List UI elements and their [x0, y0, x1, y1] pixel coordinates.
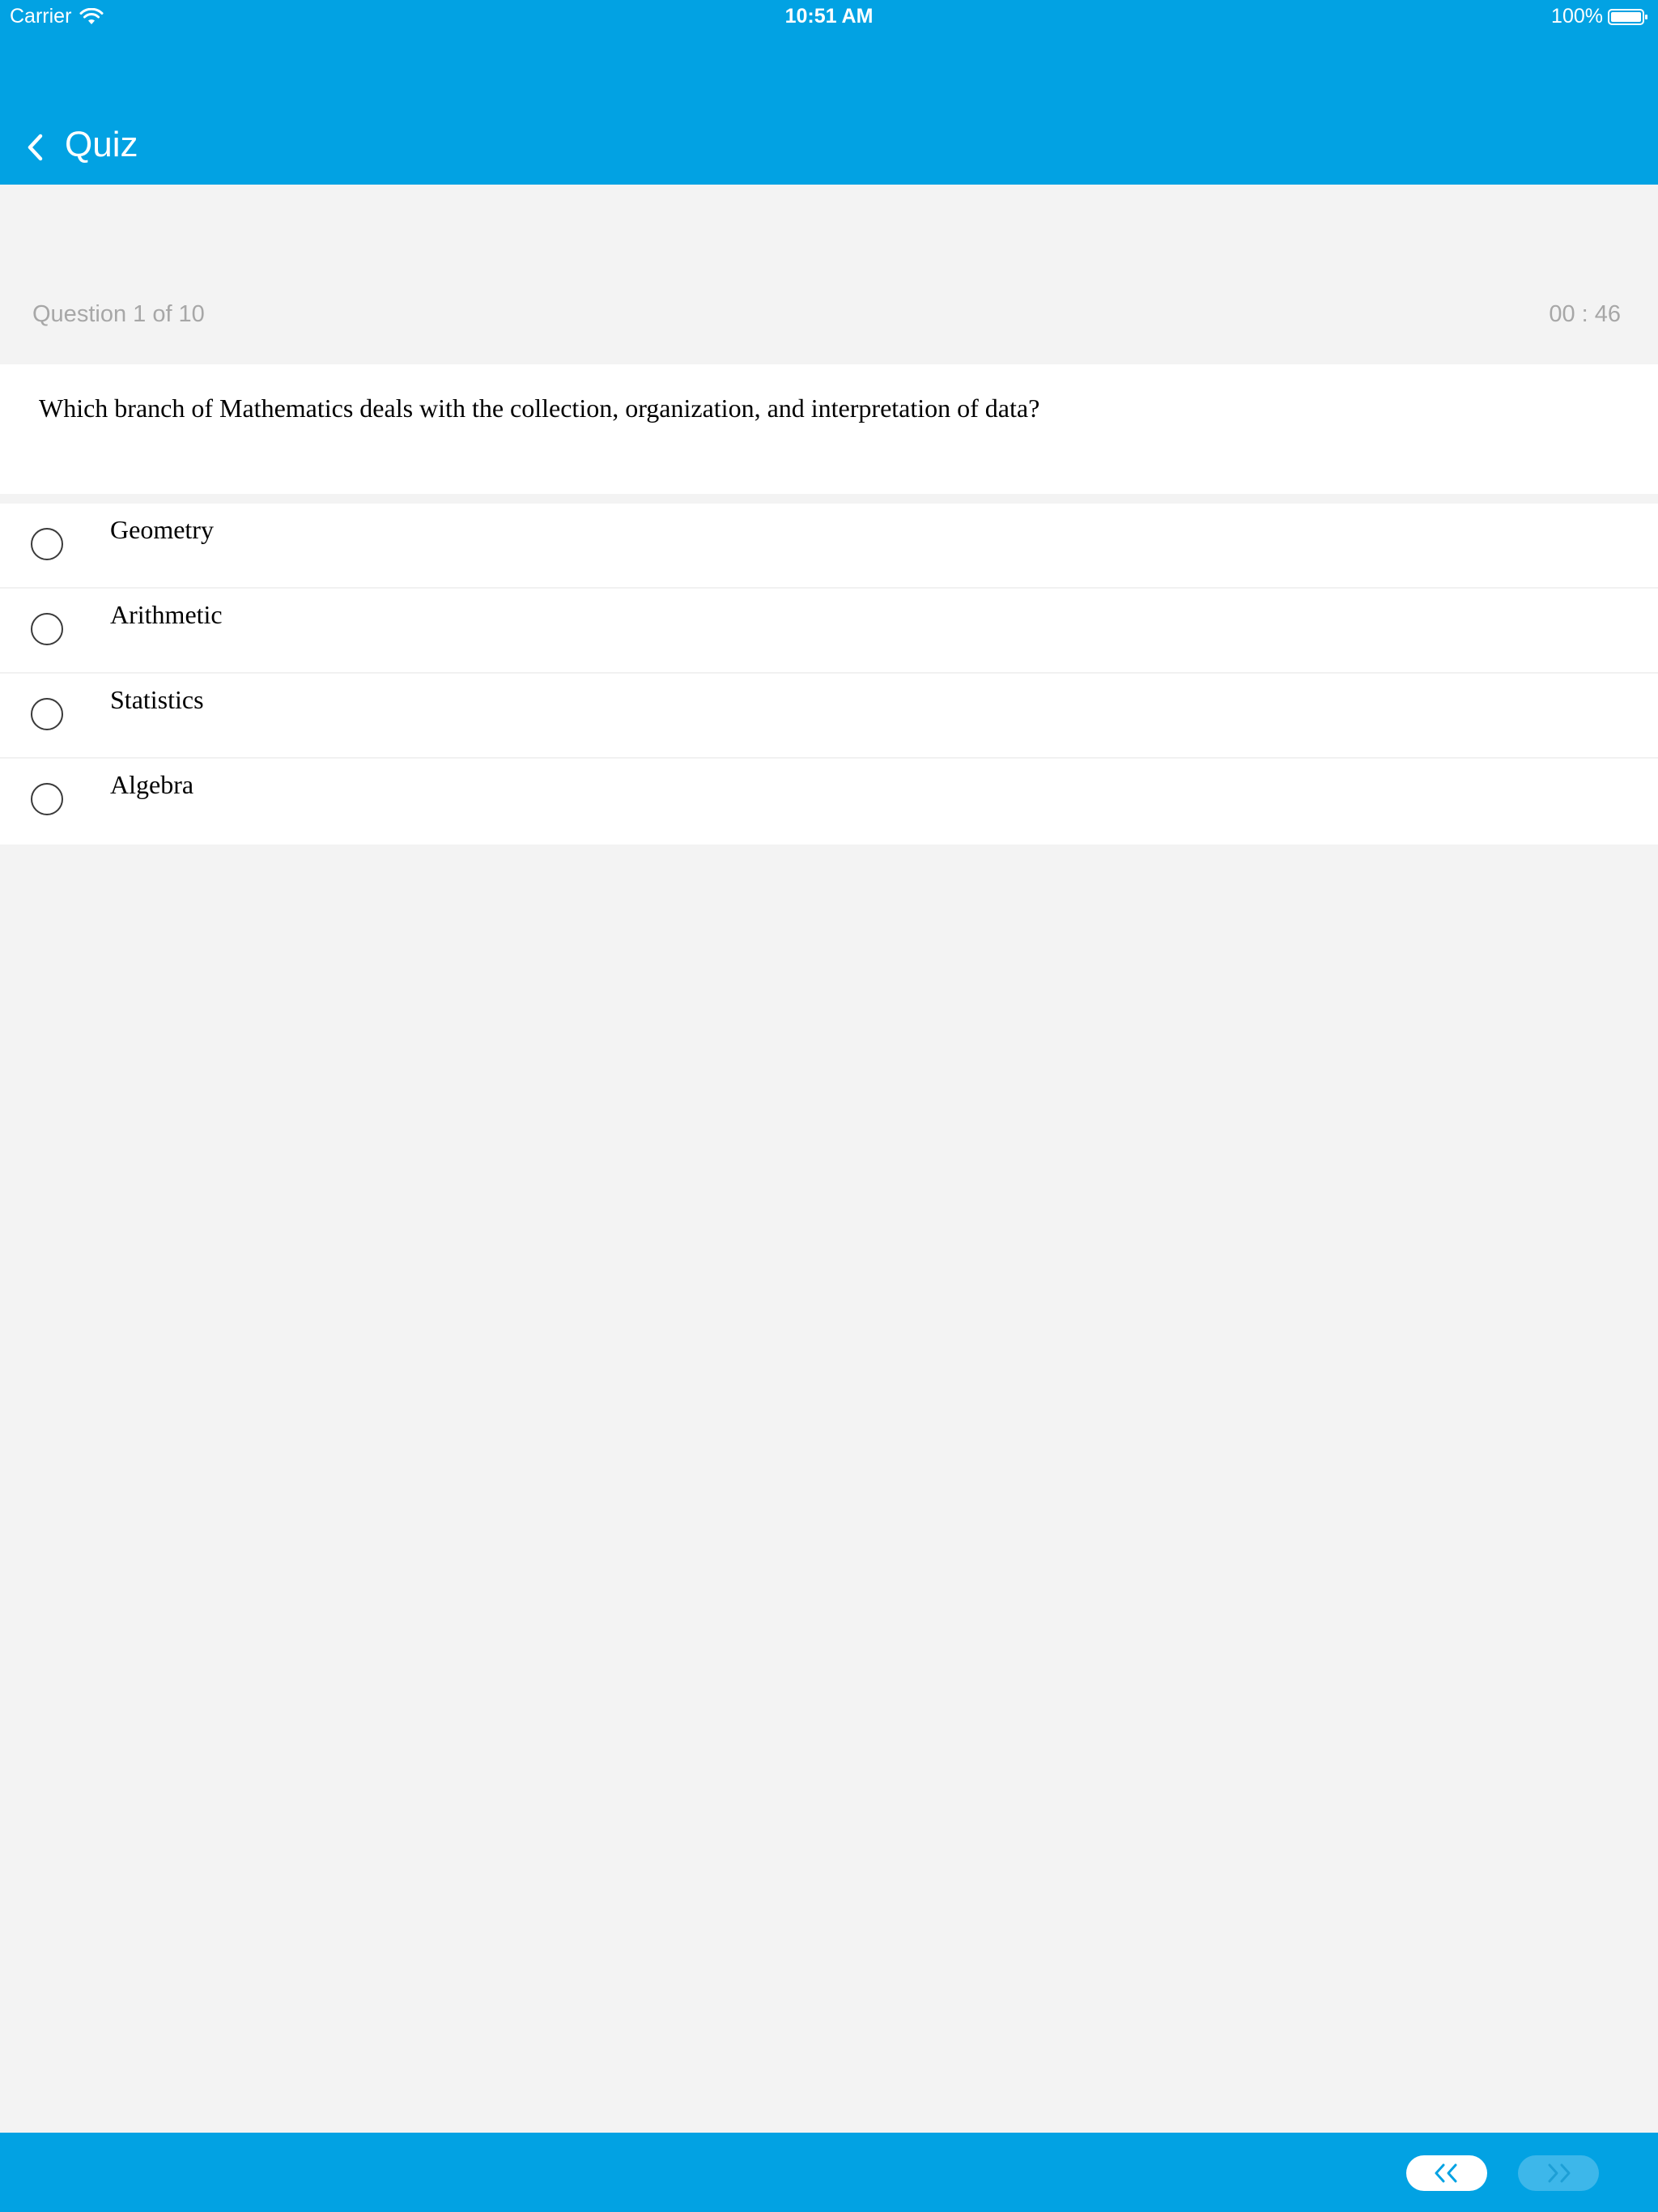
question-meta: Question 1 of 10 00 : 46	[0, 291, 1658, 340]
app-header: Carrier 10:51 AM 100% Quiz	[0, 0, 1658, 185]
answer-option[interactable]: Algebra	[0, 759, 1658, 844]
answer-label: Algebra	[110, 770, 194, 799]
status-time: 10:51 AM	[784, 5, 874, 28]
double-chevron-left-icon	[1435, 2163, 1457, 2183]
answer-label: Arithmetic	[110, 600, 223, 629]
bottom-toolbar	[0, 2133, 1658, 2212]
page-title: Quiz	[65, 125, 138, 164]
answer-option[interactable]: Statistics	[0, 674, 1658, 759]
question-text: Which branch of Mathematics deals with t…	[39, 393, 1040, 423]
double-chevron-right-icon	[1548, 2163, 1571, 2183]
back-button[interactable]	[21, 131, 53, 164]
answer-option[interactable]: Geometry	[0, 504, 1658, 589]
next-question-button[interactable]	[1518, 2155, 1599, 2191]
status-bar: Carrier 10:51 AM 100%	[0, 0, 1658, 32]
chevron-left-icon	[28, 134, 43, 161]
question-progress: Question 1 of 10	[32, 301, 205, 327]
radio-button[interactable]	[31, 613, 63, 645]
radio-button[interactable]	[31, 698, 63, 730]
battery-icon	[1608, 8, 1647, 25]
question-card: Which branch of Mathematics deals with t…	[0, 364, 1658, 494]
answer-options: Geometry Arithmetic Statistics Algebra	[0, 504, 1658, 844]
answer-option[interactable]: Arithmetic	[0, 589, 1658, 674]
answer-label: Statistics	[110, 685, 204, 714]
answer-label: Geometry	[110, 515, 214, 544]
previous-question-button[interactable]	[1406, 2155, 1487, 2191]
battery-percentage: 100%	[1551, 5, 1603, 28]
radio-button[interactable]	[31, 528, 63, 560]
radio-button[interactable]	[31, 783, 63, 815]
navigation-bar: Quiz	[0, 113, 1658, 178]
battery-indicator: 100%	[1551, 5, 1648, 28]
quiz-timer: 00 : 46	[1549, 301, 1621, 327]
